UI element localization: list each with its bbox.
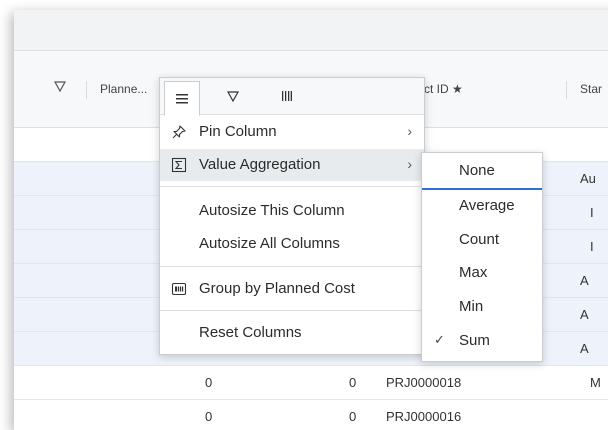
aggregation-option-sum[interactable]: ✓ Sum: [422, 324, 542, 358]
cell-project-id: PRJ0000018: [386, 375, 462, 390]
header-project-id[interactable]: ct ID ★: [424, 82, 463, 96]
filter-icon[interactable]: [54, 81, 66, 93]
menu-separator: [160, 186, 424, 187]
group-icon: [171, 282, 187, 296]
aggregation-option-none[interactable]: None: [422, 154, 542, 190]
aggregation-option-max[interactable]: Max: [422, 256, 542, 290]
tab-columns[interactable]: [270, 78, 304, 114]
option-label: Max: [459, 264, 488, 281]
menu-item-label: Autosize All Columns: [199, 235, 340, 252]
menu-item-label: Autosize This Column: [199, 202, 345, 219]
header-start[interactable]: Star: [580, 82, 602, 96]
aggregation-option-min[interactable]: Min: [422, 290, 542, 324]
cell-start: A: [580, 273, 589, 288]
aggregation-submenu: None Average Count Max Min ✓ Sum: [421, 152, 543, 362]
cell-start: Au: [580, 171, 596, 186]
check-icon: ✓: [434, 332, 445, 347]
menu-item-value-aggregation[interactable]: Value Aggregation ›: [160, 149, 424, 181]
cell-start: M: [590, 375, 601, 390]
chevron-right-icon: ›: [407, 156, 412, 172]
menu-item-reset-columns[interactable]: Reset Columns: [160, 317, 424, 349]
aggregation-option-average[interactable]: Average: [422, 189, 542, 223]
menu-item-label: Reset Columns: [199, 324, 302, 341]
sigma-icon: [171, 157, 187, 173]
option-label: Average: [459, 197, 515, 214]
cell-start: I: [590, 239, 594, 254]
option-label: Sum: [459, 332, 490, 349]
cell-start: I: [590, 205, 594, 220]
cell-start: A: [580, 341, 589, 356]
cell-planned: 0: [205, 375, 213, 390]
menu-item-label: Group by Planned Cost: [199, 280, 355, 297]
tab-general[interactable]: [164, 81, 200, 116]
pin-icon: [172, 125, 186, 139]
menu-icon: [176, 93, 188, 103]
column-menu: Pin Column › Value Aggregation › Autosiz…: [159, 77, 425, 355]
menu-item-label: Pin Column: [199, 123, 277, 140]
table-row[interactable]: 0 0 PRJ0000018 M: [14, 366, 608, 400]
menu-item-autosize-all[interactable]: Autosize All Columns: [160, 228, 424, 260]
column-menu-tabs: [160, 78, 424, 116]
option-label: Min: [459, 298, 484, 315]
header-separator[interactable]: [86, 81, 87, 99]
tab-filter[interactable]: [216, 78, 250, 114]
header-separator[interactable]: [566, 81, 567, 99]
grid-toolbar: [14, 10, 608, 51]
menu-item-label: Value Aggregation: [199, 156, 321, 173]
cell-start: A: [580, 307, 589, 322]
option-label: None: [459, 162, 495, 179]
option-label: Count: [459, 231, 500, 248]
cell-cost: 0: [349, 375, 357, 390]
aggregation-option-count[interactable]: Count: [422, 223, 542, 257]
chevron-right-icon: ›: [407, 123, 412, 139]
menu-item-autosize-this[interactable]: Autosize This Column: [160, 195, 424, 227]
menu-item-group-by[interactable]: Group by Planned Cost: [160, 273, 424, 305]
menu-separator: [160, 266, 424, 267]
menu-separator: [160, 310, 424, 311]
header-planned-cost[interactable]: Planne...: [100, 82, 147, 96]
menu-item-pin-column[interactable]: Pin Column ›: [160, 116, 424, 148]
table-row[interactable]: 0 0 PRJ0000016: [14, 400, 608, 430]
filter-icon: [227, 90, 239, 102]
columns-icon: [282, 91, 292, 101]
